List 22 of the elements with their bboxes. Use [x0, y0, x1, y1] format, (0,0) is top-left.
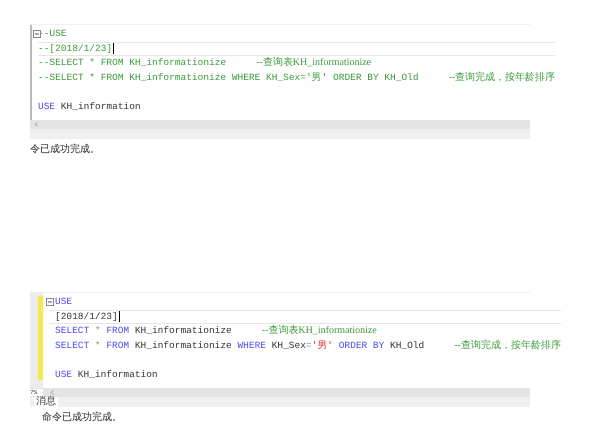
messages-tab[interactable]: 消息	[34, 397, 58, 407]
code-comment: --查询表KH_informationize	[262, 325, 377, 338]
collapse-icon[interactable]	[46, 298, 54, 306]
code-comment: --查询表KH_informationize	[256, 57, 372, 70]
code-comment: --查询完成，按年龄排序	[448, 72, 556, 84]
code-line: USE	[55, 296, 72, 308]
result-message: 命令已成功完成。	[41, 410, 123, 424]
code-line: SELECT * FROM KH_informationize	[55, 325, 232, 338]
code-line: --USE	[38, 28, 67, 40]
horizontal-scrollbar[interactable]	[30, 120, 530, 129]
code-line: USE KH_information	[55, 368, 158, 381]
code-comment: --查询完成，按年龄排序	[454, 340, 561, 352]
scroll-left-icon[interactable]	[34, 122, 38, 127]
collapse-icon[interactable]	[33, 30, 41, 38]
result-message: 令已成功完成。	[30, 142, 101, 156]
code-line: --SELECT * FROM KH_informationize WHERE KH_Sex='男' ORDER BY KH_Old	[38, 72, 419, 84]
code-line: --[2018/1/23]	[38, 42, 112, 55]
code-line: [2018/1/23]	[55, 310, 118, 323]
code-line: USE KH_information	[38, 100, 141, 113]
scroll-left-icon[interactable]	[50, 390, 54, 395]
code-line: SELECT * FROM KH_informationize WHERE KH_Sex='男' ORDER BY KH_Old	[55, 340, 424, 352]
code-line: --SELECT * FROM KH_informationize	[38, 57, 226, 70]
